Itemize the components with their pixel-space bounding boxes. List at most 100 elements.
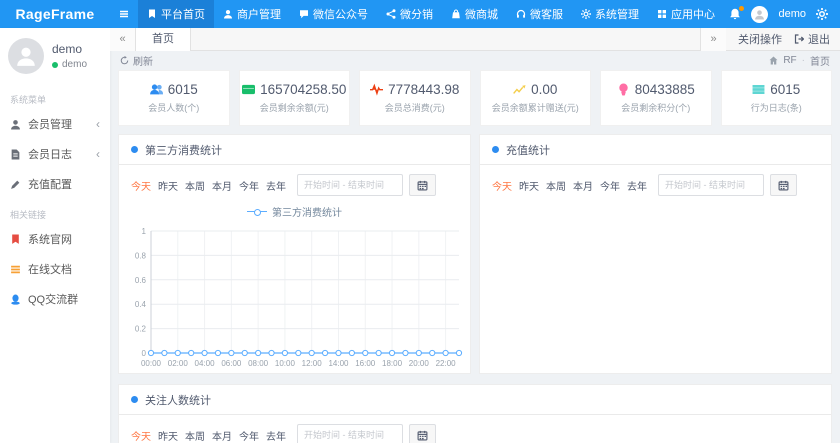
quick-filter-yesterday[interactable]: 昨天 xyxy=(519,178,539,193)
svg-text:0.4: 0.4 xyxy=(134,300,146,309)
svg-text:12:00: 12:00 xyxy=(301,359,322,368)
avatar[interactable] xyxy=(751,5,769,23)
close-actions-label: 关闭操作 xyxy=(738,34,782,46)
quick-filter-this-week[interactable]: 本周 xyxy=(185,428,205,443)
consumption-line-chart[interactable]: 00:00 02:00 04:00 06:00 08:00 10:00 12:00 14:00… xyxy=(123,219,467,374)
current-user-label[interactable]: demo xyxy=(778,8,806,20)
nav-item-label: 微分销 xyxy=(400,9,433,21)
app-logo: RageFrame xyxy=(15,6,95,22)
pulse-icon xyxy=(370,83,384,96)
refresh-icon xyxy=(120,56,129,65)
svg-text:22:00: 22:00 xyxy=(435,359,456,368)
nav-item-label: 微客服 xyxy=(530,9,563,21)
sidebar-item-label: 系统官网 xyxy=(28,234,72,246)
panel-follower-stats: 关注人数统计 今天 昨天 本周 本月 今年 去年 xyxy=(118,384,832,443)
stat-value: 6015 xyxy=(167,82,198,97)
stat-card-behavior-log[interactable]: 6015 行为日志(条) xyxy=(720,70,832,126)
sidebar-item-label: 会员日志 xyxy=(28,149,72,161)
nav-item-label: 微商城 xyxy=(465,9,498,21)
quick-filter-today[interactable]: 今天 xyxy=(131,428,151,443)
quick-filter-this-year[interactable]: 今年 xyxy=(600,178,620,193)
svg-text:14:00: 14:00 xyxy=(328,359,349,368)
nav-item-label: 应用中心 xyxy=(671,9,715,21)
breadcrumb: RF · 首页 xyxy=(769,53,830,68)
calendar-button[interactable] xyxy=(770,174,797,196)
home-icon xyxy=(769,56,778,65)
quick-filter-this-month[interactable]: 本月 xyxy=(212,178,232,193)
stat-card-consumption[interactable]: 7778443.98 会员总消费(元) xyxy=(359,70,471,126)
sidebar-item-official-site[interactable]: 系统官网 xyxy=(0,224,110,254)
notifications-button[interactable] xyxy=(729,5,746,20)
svg-text:04:00: 04:00 xyxy=(194,359,215,368)
date-range-input[interactable] xyxy=(297,424,403,443)
quick-filter-yesterday[interactable]: 昨天 xyxy=(158,178,178,193)
date-range-input[interactable] xyxy=(297,174,403,196)
headset-icon xyxy=(516,9,526,18)
sidebar-item-online-docs[interactable]: 在线文档 xyxy=(0,254,110,284)
top-navbar: RageFrame 平台首页 商户管理 微信公众号 微分销 微商城 微客服 系统… xyxy=(0,0,840,28)
sidebar-item-member-log[interactable]: 会员日志 ‹ xyxy=(0,139,110,169)
nav-item-label: 商户管理 xyxy=(237,9,281,21)
nav-item-app-center[interactable]: 应用中心 xyxy=(648,0,724,28)
quick-filter-today[interactable]: 今天 xyxy=(492,178,512,193)
calendar-button[interactable] xyxy=(409,174,436,196)
tabs-scroll-right-button[interactable]: » xyxy=(700,28,726,51)
toolbar-row: 刷新 RF · 首页 xyxy=(110,51,840,68)
stat-label: 会员剩余积分(个) xyxy=(621,103,691,113)
quick-filter-this-year[interactable]: 今年 xyxy=(239,428,259,443)
stat-cards-row: 6015 会员人数(个) 165704258.50 会员剩余余额(元) 7778… xyxy=(110,68,840,126)
nav-item-system-management[interactable]: 系统管理 xyxy=(572,0,648,28)
quick-filter-last-year[interactable]: 去年 xyxy=(627,178,647,193)
quick-filter-this-year[interactable]: 今年 xyxy=(239,178,259,193)
quick-filter-last-year[interactable]: 去年 xyxy=(266,428,286,443)
calendar-button[interactable] xyxy=(409,424,436,443)
stat-card-gifted-balance[interactable]: 0.00 会员余额累计赠送(元) xyxy=(479,70,591,126)
nav-item-micro-distribution[interactable]: 微分销 xyxy=(377,0,442,28)
quick-filter-yesterday[interactable]: 昨天 xyxy=(158,428,178,443)
tab-home[interactable]: 首页 xyxy=(136,28,191,51)
sidebar-item-member-management[interactable]: 会员管理 ‹ xyxy=(0,109,110,139)
stat-card-points[interactable]: 80433885 会员剩余积分(个) xyxy=(600,70,712,126)
svg-text:02:00: 02:00 xyxy=(167,359,188,368)
stat-card-members[interactable]: 6015 会员人数(个) xyxy=(118,70,230,126)
svg-text:20:00: 20:00 xyxy=(408,359,429,368)
sidebar-item-recharge-config[interactable]: 充值配置 xyxy=(0,169,110,199)
quick-filter-this-month[interactable]: 本月 xyxy=(573,178,593,193)
breadcrumb-home[interactable]: RF xyxy=(783,55,796,66)
tabs-scroll-left-button[interactable]: « xyxy=(110,28,136,51)
nav-item-micro-mall[interactable]: 微商城 xyxy=(442,0,507,28)
sidebar-item-label: 会员管理 xyxy=(28,119,72,131)
nav-item-micro-service[interactable]: 微客服 xyxy=(507,0,572,28)
navbar-right: demo xyxy=(729,5,840,23)
quick-filter-this-week[interactable]: 本周 xyxy=(185,178,205,193)
calendar-icon xyxy=(778,180,789,190)
quick-filter-this-week[interactable]: 本周 xyxy=(546,178,566,193)
stat-card-balance[interactable]: 165704258.50 会员剩余余额(元) xyxy=(238,70,350,126)
shop-icon xyxy=(452,9,460,19)
refresh-button[interactable]: 刷新 xyxy=(120,53,153,68)
sidebar-item-label: 在线文档 xyxy=(28,264,72,276)
quick-filter-last-year[interactable]: 去年 xyxy=(266,178,286,193)
flag-icon xyxy=(12,234,19,244)
svg-text:0.2: 0.2 xyxy=(134,325,146,334)
sidebar-toggle-button[interactable] xyxy=(110,9,138,19)
date-range-input[interactable] xyxy=(658,174,764,196)
nav-item-label: 系统管理 xyxy=(595,9,639,21)
share-icon xyxy=(386,9,396,19)
nav-item-platform-home[interactable]: 平台首页 xyxy=(138,0,214,28)
settings-gear-icon[interactable] xyxy=(816,8,828,20)
chart-legend[interactable]: 第三方消费统计 xyxy=(247,204,342,219)
nav-item-wechat-official[interactable]: 微信公众号 xyxy=(290,0,377,28)
nav-item-merchant-management[interactable]: 商户管理 xyxy=(214,0,290,28)
flag-icon xyxy=(149,9,155,18)
stat-label: 会员剩余余额(元) xyxy=(259,103,329,113)
stat-value: 6015 xyxy=(770,82,801,97)
logout-button[interactable]: 退出 xyxy=(794,31,830,47)
svg-text:08:00: 08:00 xyxy=(248,359,269,368)
close-actions-button[interactable]: 关闭操作 xyxy=(738,31,782,47)
panel-title: 关注人数统计 xyxy=(145,394,211,407)
status-label: demo xyxy=(62,59,88,70)
quick-filter-this-month[interactable]: 本月 xyxy=(212,428,232,443)
quick-filter-today[interactable]: 今天 xyxy=(131,178,151,193)
sidebar-item-qq-group[interactable]: QQ交流群 xyxy=(0,284,110,314)
